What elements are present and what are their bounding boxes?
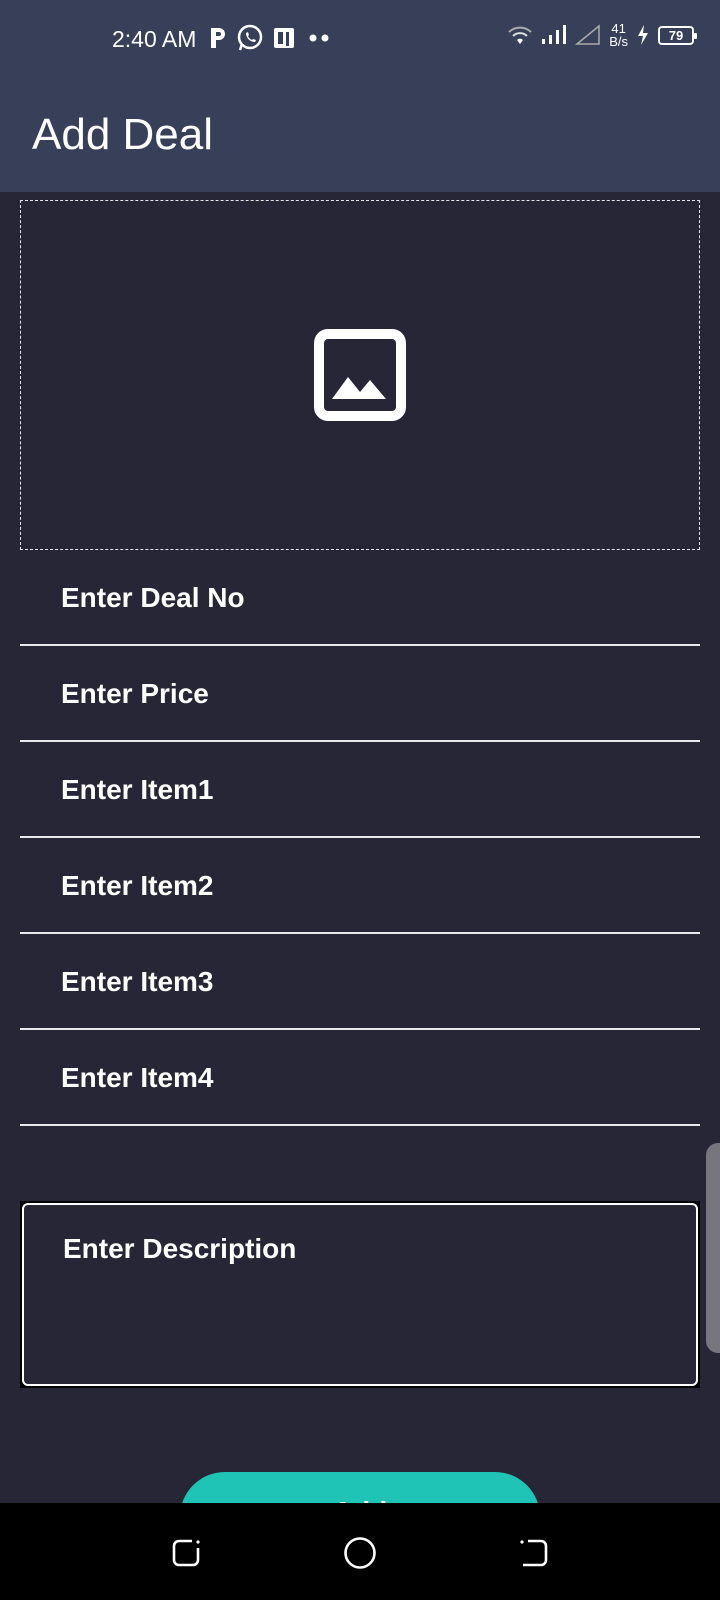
status-bar: 2:40 AM 41 B/s 79 — [0, 0, 720, 80]
battery-icon: 79 — [658, 25, 697, 45]
system-icons: 41 B/s 79 — [507, 22, 697, 48]
wifi-icon — [508, 26, 532, 44]
no-signal-icon — [575, 24, 600, 45]
net-speed: 41 B/s — [609, 22, 628, 48]
home-button[interactable] — [340, 1533, 380, 1573]
navigation-bar — [0, 1503, 720, 1600]
deal-no-placeholder: Enter Deal No — [61, 582, 245, 613]
price-field[interactable]: Enter Price — [20, 646, 700, 742]
description-field[interactable]: Enter Description — [20, 1201, 700, 1388]
item3-field[interactable]: Enter Item3 — [20, 934, 700, 1030]
recents-button[interactable] — [166, 1533, 206, 1573]
charging-icon — [638, 25, 648, 45]
item1-field[interactable]: Enter Item1 — [20, 742, 700, 838]
net-speed-unit: B/s — [609, 34, 628, 49]
item1-placeholder: Enter Item1 — [61, 774, 214, 805]
home-icon — [344, 1537, 376, 1569]
more-dots-icon — [309, 34, 329, 42]
app-icon — [274, 28, 294, 48]
app-bar: Add Deal — [0, 80, 720, 192]
edge-panel-handle[interactable] — [706, 1143, 720, 1353]
item4-field[interactable]: Enter Item4 — [20, 1030, 700, 1126]
deal-no-field[interactable]: Enter Deal No — [20, 550, 700, 646]
recents-icon — [172, 1539, 200, 1567]
back-button[interactable] — [514, 1533, 554, 1573]
item2-placeholder: Enter Item2 — [61, 870, 214, 901]
description-textarea[interactable]: Enter Description — [22, 1203, 698, 1386]
whatsapp-icon — [237, 24, 263, 51]
price-placeholder: Enter Price — [61, 678, 209, 709]
image-icon — [314, 329, 406, 421]
item3-placeholder: Enter Item3 — [61, 966, 214, 997]
item2-field[interactable]: Enter Item2 — [20, 838, 700, 934]
image-picker[interactable] — [20, 200, 700, 550]
description-placeholder: Enter Description — [63, 1233, 297, 1264]
notification-icons — [208, 24, 334, 52]
item4-placeholder: Enter Item4 — [61, 1062, 214, 1093]
status-time: 2:40 AM — [112, 26, 197, 52]
parking-icon — [211, 28, 225, 48]
signal-icon — [542, 25, 567, 44]
page-title: Add Deal — [32, 110, 214, 159]
back-icon — [520, 1539, 548, 1567]
